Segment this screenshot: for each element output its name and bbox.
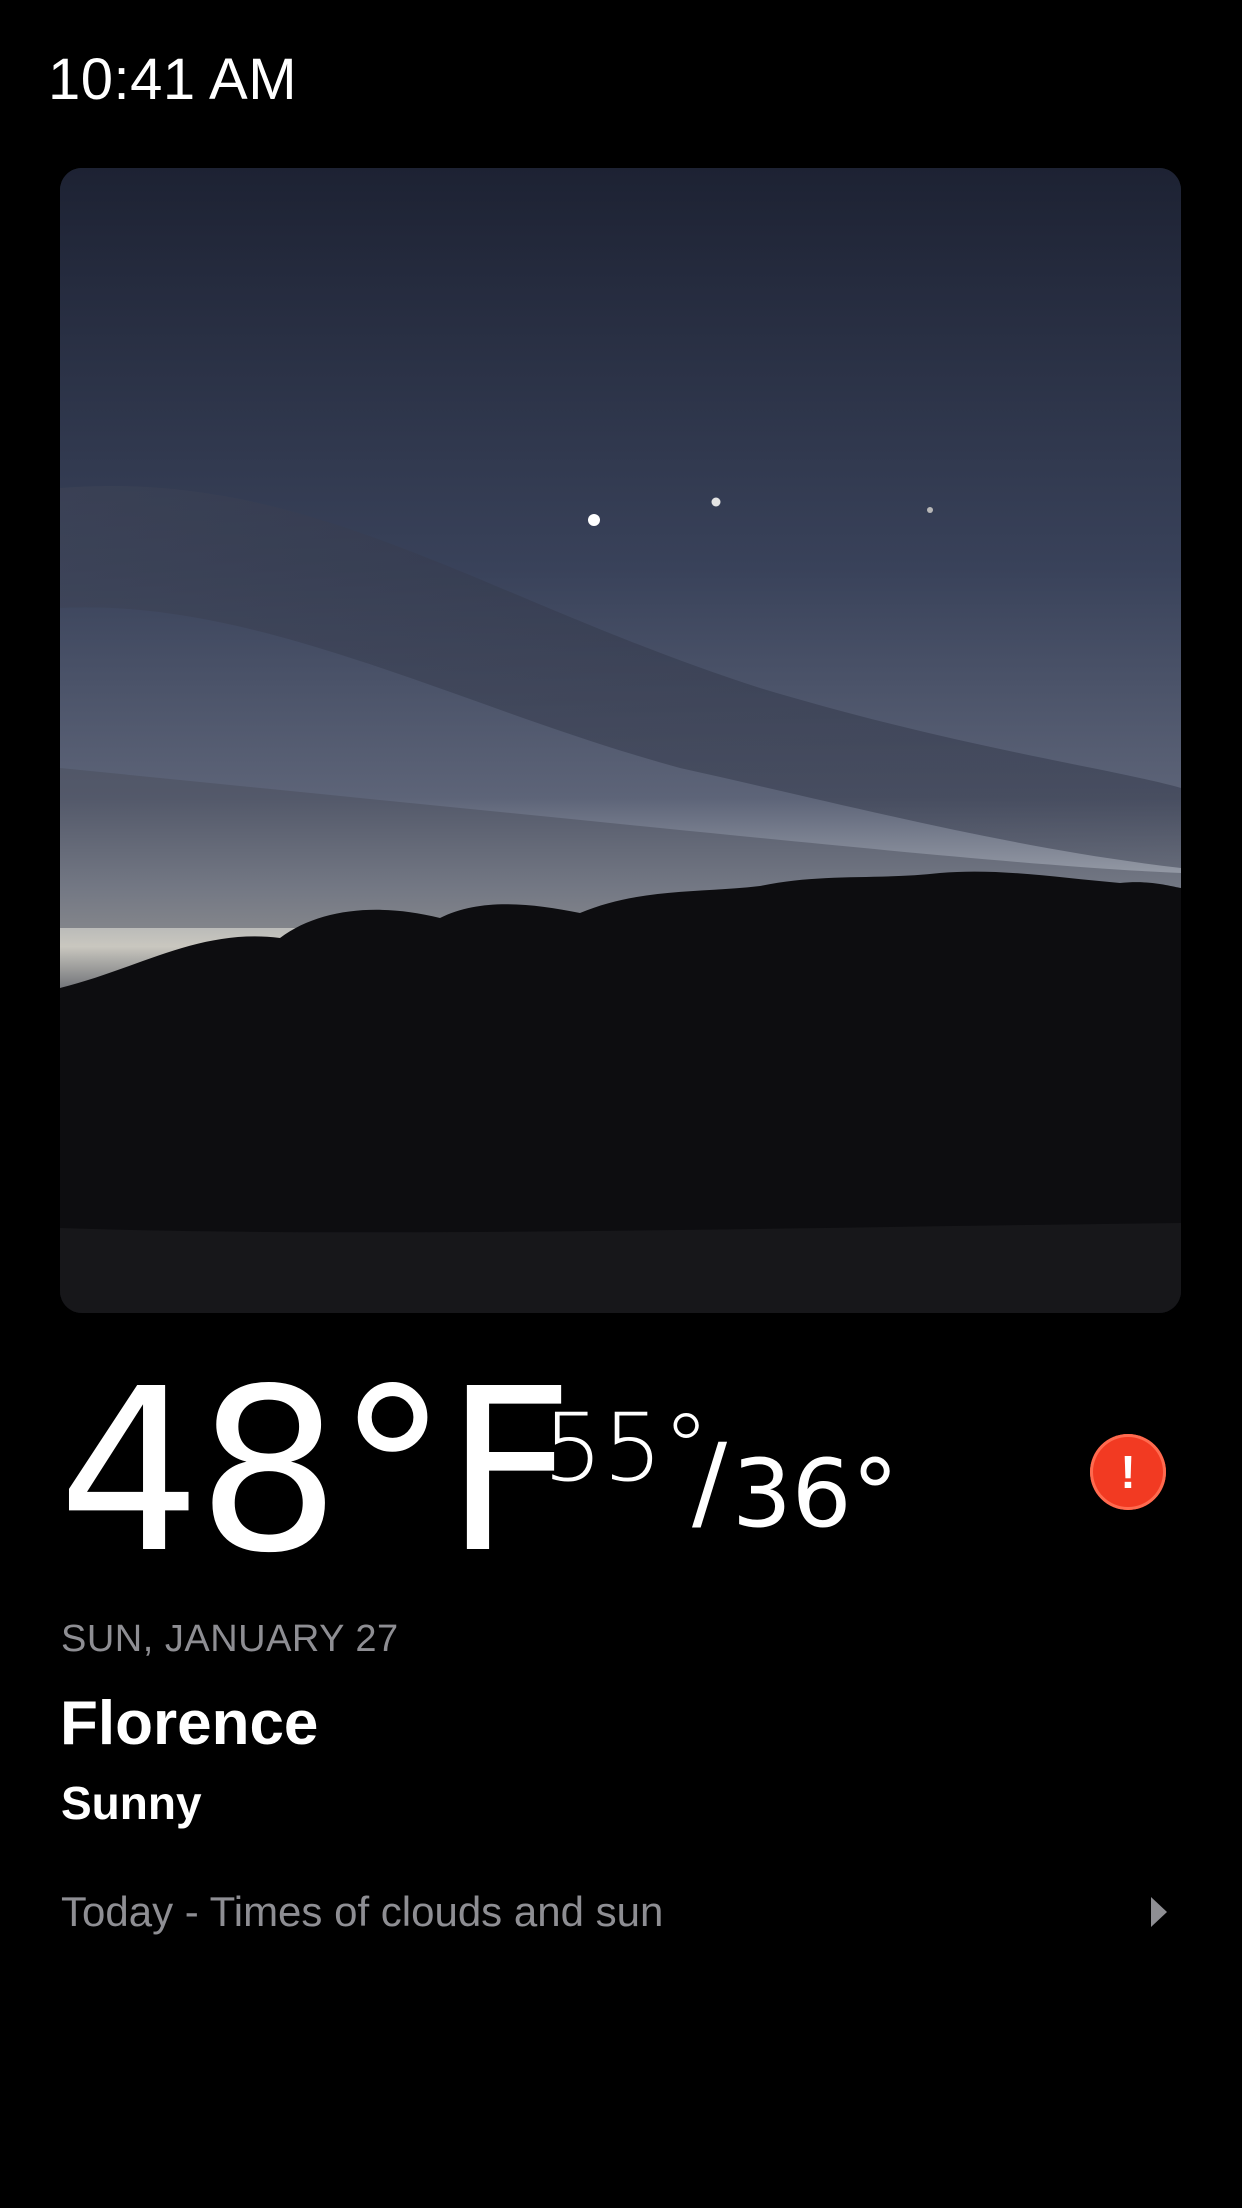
weather-condition: Sunny xyxy=(61,1777,202,1829)
forecast-summary-row[interactable]: Today - Times of clouds and sun xyxy=(61,1880,1171,1944)
high-temperature: 55° xyxy=(543,1394,710,1503)
temperature-separator: / xyxy=(692,1421,728,1543)
status-bar-time: 10:41 AM xyxy=(48,47,298,112)
date-label: SUN, JANUARY 27 xyxy=(61,1618,399,1660)
weather-alert-button[interactable]: ! xyxy=(1090,1434,1166,1510)
forecast-summary-text: Today - Times of clouds and sun xyxy=(61,1888,664,1935)
chevron-right-icon xyxy=(1151,1897,1167,1927)
weather-photo xyxy=(60,168,1181,1313)
sky-photo-image xyxy=(60,168,1181,1313)
exclamation-icon: ! xyxy=(1120,1446,1136,1498)
current-temperature: 48°F xyxy=(58,1341,574,1603)
city-name: Florence xyxy=(60,1689,319,1758)
low-temperature: 36° xyxy=(732,1440,899,1549)
